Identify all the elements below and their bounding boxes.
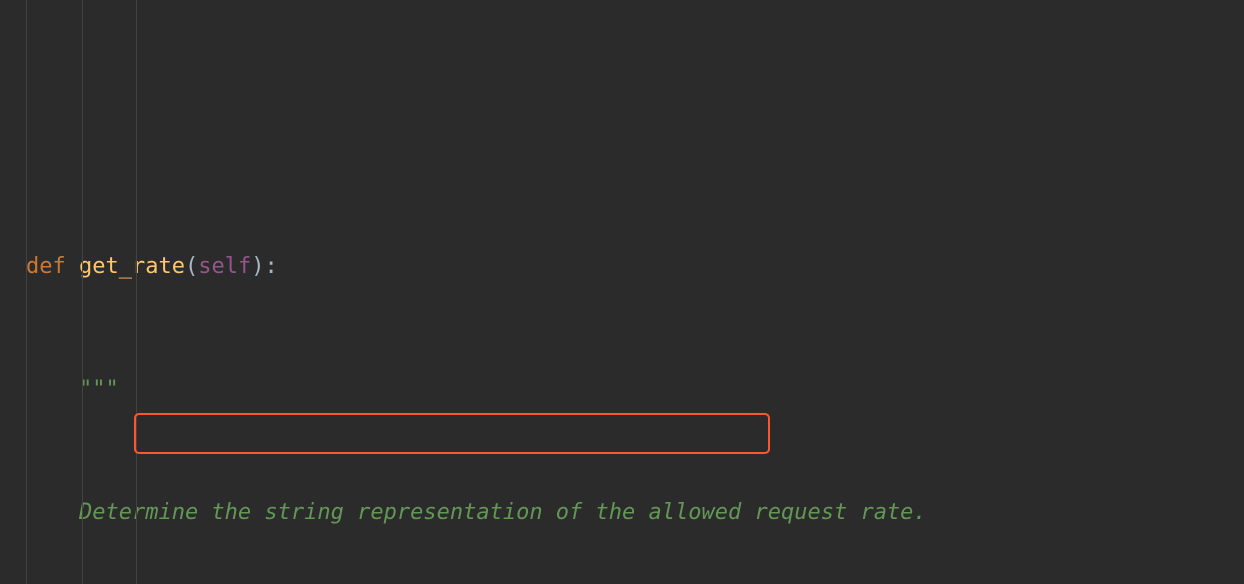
docstring-text: Determine the string representation of t… [79,500,927,525]
code-editor[interactable]: def get_rate(self): """ Determine the st… [0,0,1244,584]
code-line: def get_rate(self): [26,246,1244,287]
param-self: self [198,254,251,279]
docstring-quote: """ [79,377,119,402]
indent-guide [82,0,83,584]
code-line: Determine the string representation of t… [26,492,1244,533]
keyword-def: def [26,254,66,279]
indent-guide [136,0,137,584]
paren: ( [185,254,198,279]
highlight-annotation [134,413,770,454]
code-line: """ [26,369,1244,410]
indent-guide [26,0,27,584]
function-name: get_rate [79,254,185,279]
paren-colon: ): [251,254,278,279]
